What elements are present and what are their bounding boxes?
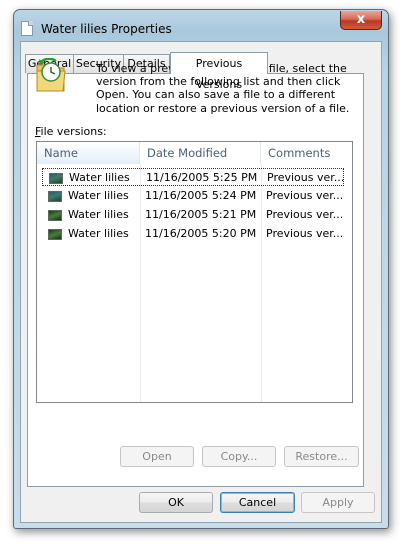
version-name: Water lilies	[68, 227, 129, 240]
version-name: Water lilies	[68, 189, 129, 202]
version-date: 11/16/2005 5:20 PM	[145, 227, 257, 240]
version-comment: Previous ver...	[267, 171, 343, 184]
properties-window: Water lilies Properties x General Securi…	[13, 9, 389, 529]
version-comment: Previous ver...	[266, 208, 342, 221]
previous-versions-icon	[36, 58, 66, 92]
copy-button[interactable]: Copy...	[202, 446, 276, 467]
list-header: Name Date Modified Comments	[37, 142, 352, 164]
image-thumbnail-icon	[48, 191, 62, 202]
title-bar[interactable]: Water lilies Properties x	[14, 10, 388, 44]
file-versions-label-text: ile versions:	[40, 125, 107, 138]
list-item[interactable]: Water lilies 11/16/2005 5:21 PM Previous…	[42, 206, 344, 224]
column-header-date-modified[interactable]: Date Modified	[140, 142, 261, 164]
ok-button[interactable]: OK	[139, 492, 213, 513]
version-comment: Previous ver...	[266, 189, 342, 202]
apply-button[interactable]: Apply	[301, 492, 375, 513]
list-item[interactable]: Water lilies 11/16/2005 5:25 PM Previous…	[42, 168, 344, 186]
tab-previous-versions[interactable]: Previous Versions	[170, 52, 268, 91]
image-thumbnail-icon	[49, 173, 63, 184]
list-item[interactable]: Water lilies 11/16/2005 5:20 PM Previous…	[42, 225, 344, 243]
file-versions-label: File versions:	[35, 125, 107, 138]
open-button[interactable]: Open	[120, 446, 194, 467]
file-versions-list[interactable]: Name Date Modified Comments Water lilies…	[36, 141, 353, 403]
window-title: Water lilies Properties	[41, 22, 172, 36]
document-icon	[21, 21, 33, 36]
version-date: 11/16/2005 5:21 PM	[145, 208, 257, 221]
restore-button[interactable]: Restore...	[284, 446, 359, 467]
version-date: 11/16/2005 5:25 PM	[146, 171, 258, 184]
cancel-button[interactable]: Cancel	[220, 492, 295, 513]
version-date: 11/16/2005 5:24 PM	[145, 189, 257, 202]
list-item[interactable]: Water lilies 11/16/2005 5:24 PM Previous…	[42, 187, 344, 205]
version-name: Water lilies	[68, 208, 129, 221]
column-header-comments[interactable]: Comments	[261, 142, 353, 164]
image-thumbnail-icon	[48, 210, 62, 221]
version-name: Water lilies	[69, 171, 130, 184]
image-thumbnail-icon	[48, 229, 62, 240]
column-header-name[interactable]: Name	[37, 142, 140, 164]
version-comment: Previous ver...	[266, 227, 342, 240]
close-button[interactable]: x	[340, 11, 382, 30]
